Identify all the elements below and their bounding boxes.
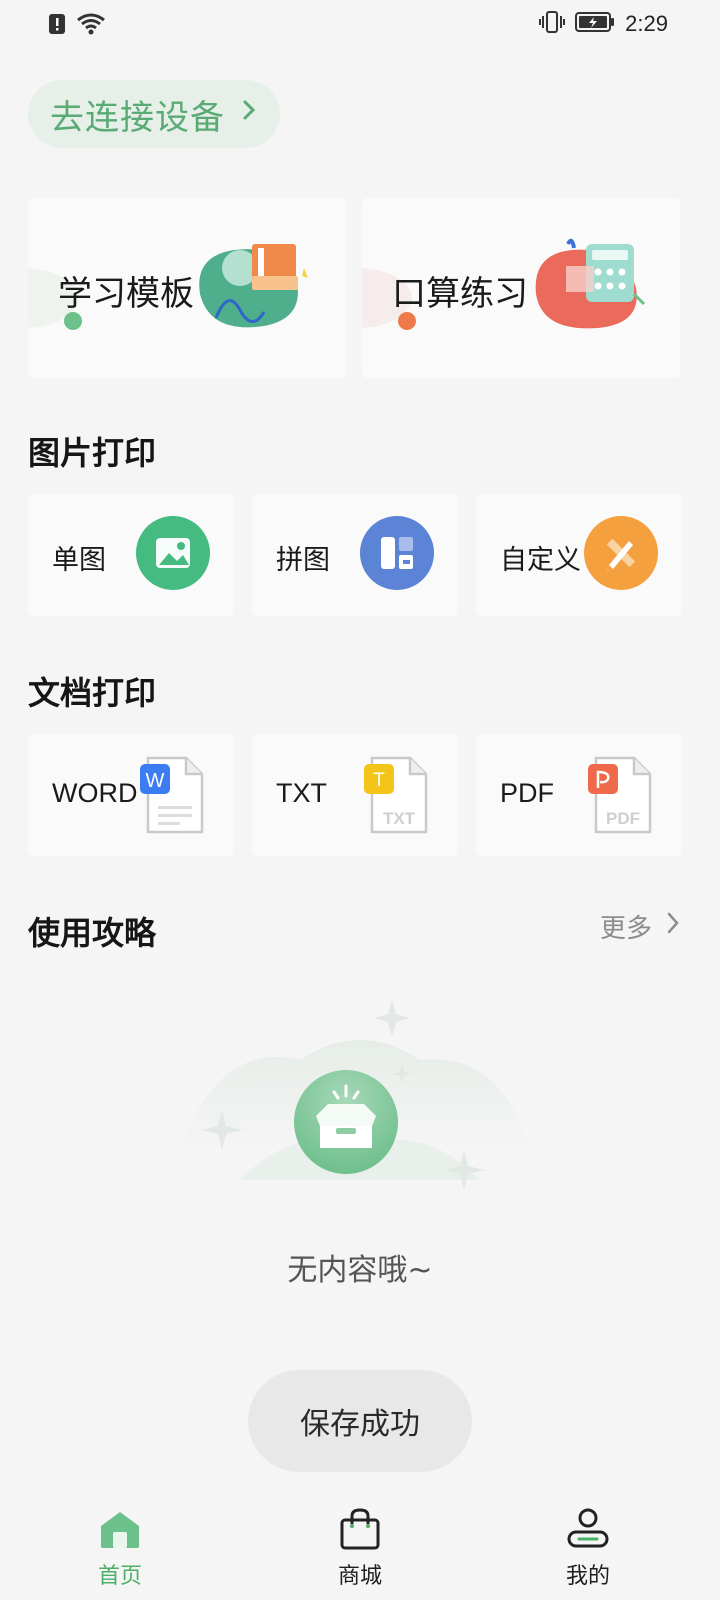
word-label: WORD bbox=[52, 778, 138, 808]
collage-label: 拼图 bbox=[276, 545, 330, 575]
pdf-doc-icon: PDF bbox=[588, 756, 652, 834]
decorative-dot bbox=[398, 312, 416, 330]
toast-text: 保存成功 bbox=[300, 1407, 420, 1442]
nav-shop[interactable]: 商城 bbox=[300, 1508, 420, 1590]
study-template-label: 学习模板 bbox=[58, 274, 194, 314]
wifi-icon bbox=[76, 12, 106, 40]
toast-message: 保存成功 bbox=[248, 1370, 472, 1472]
collage-tile[interactable]: 拼图 bbox=[252, 494, 458, 616]
calculator-apple-icon bbox=[535, 238, 646, 329]
connect-device-label: 去连接设备 bbox=[50, 97, 225, 138]
more-link[interactable]: 更多 bbox=[600, 908, 680, 945]
guide-title: 使用攻略 bbox=[28, 908, 168, 958]
doc-print-title: 文档打印 bbox=[28, 668, 168, 718]
mental-math-card[interactable]: 口算练习 bbox=[362, 198, 680, 378]
custom-tile[interactable]: 自定义 bbox=[476, 494, 682, 616]
svg-text:T: T bbox=[373, 770, 385, 791]
status-bar: 2:29 bbox=[0, 0, 720, 50]
word-tile[interactable]: WORD W bbox=[28, 734, 234, 856]
single-image-label: 单图 bbox=[52, 545, 106, 575]
shopping-bag-icon bbox=[340, 1508, 380, 1550]
nav-profile-label: 我的 bbox=[565, 1564, 610, 1589]
more-label: 更多 bbox=[599, 914, 652, 944]
pdf-label: PDF bbox=[500, 778, 554, 808]
image-icon bbox=[136, 516, 210, 590]
profile-icon bbox=[567, 1508, 609, 1548]
empty-box-illustration bbox=[180, 1000, 530, 1190]
photo-print-title: 图片打印 bbox=[28, 428, 168, 478]
chevron-right-icon bbox=[666, 911, 680, 942]
collage-icon bbox=[360, 516, 434, 590]
book-stack-icon bbox=[199, 244, 308, 328]
nav-shop-label: 商城 bbox=[337, 1564, 382, 1589]
pdf-tile[interactable]: PDF PDF bbox=[476, 734, 682, 856]
study-template-card[interactable]: 学习模板 bbox=[28, 198, 346, 378]
single-image-tile[interactable]: 单图 bbox=[28, 494, 234, 616]
txt-label: TXT bbox=[276, 778, 327, 808]
custom-label: 自定义 bbox=[500, 545, 581, 575]
mental-math-label: 口算练习 bbox=[392, 274, 528, 314]
chevron-right-icon bbox=[242, 98, 256, 129]
home-icon bbox=[101, 1512, 139, 1548]
decorative-dot bbox=[64, 312, 82, 330]
svg-text:TXT: TXT bbox=[383, 809, 416, 828]
nav-profile[interactable]: 我的 bbox=[528, 1508, 648, 1590]
txt-doc-icon: TXT T bbox=[364, 756, 428, 834]
empty-state-text: 无内容哦~ bbox=[287, 1253, 433, 1288]
connect-device-button[interactable]: 去连接设备 bbox=[28, 80, 280, 148]
empty-state bbox=[0, 980, 720, 1280]
alert-icon bbox=[48, 13, 66, 39]
battery-charging-icon bbox=[575, 11, 615, 37]
svg-text:W: W bbox=[146, 770, 165, 792]
nav-home[interactable]: 首页 bbox=[60, 1508, 180, 1590]
svg-text:PDF: PDF bbox=[606, 809, 640, 828]
home-screen: 2:29 去连接设备 学习模板 口算练习 图片打印 单图 拼图 自定义 文档打印… bbox=[0, 0, 720, 1600]
txt-tile[interactable]: TXT TXT T bbox=[252, 734, 458, 856]
nav-home-label: 首页 bbox=[97, 1564, 142, 1589]
vibrate-icon bbox=[539, 10, 566, 38]
status-time: 2:29 bbox=[625, 11, 668, 36]
bottom-nav: 首页 商城 我的 bbox=[0, 1490, 720, 1600]
word-doc-icon: W bbox=[140, 756, 204, 834]
pencil-ruler-icon bbox=[584, 516, 658, 590]
